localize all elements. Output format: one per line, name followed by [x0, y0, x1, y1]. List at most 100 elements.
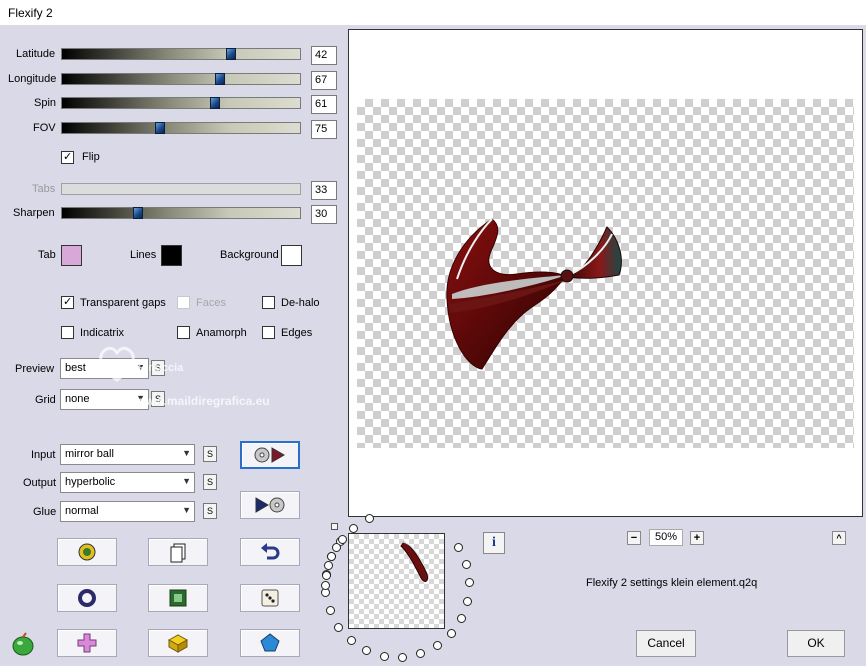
transparent-gaps-checkbox[interactable]: ✓: [61, 296, 74, 309]
navigator-dot[interactable]: [432, 641, 442, 651]
slider-thumb[interactable]: [215, 73, 225, 85]
input-output-swap-icon: [254, 447, 285, 463]
latitude-value[interactable]: 42: [311, 46, 337, 65]
info-icon: i: [492, 535, 496, 550]
navigator-dot[interactable]: [457, 613, 467, 623]
slider-thumb[interactable]: [210, 97, 220, 109]
de-halo-checkbox[interactable]: [262, 296, 275, 309]
edges-checkbox[interactable]: [262, 326, 275, 339]
flexify-logo-icon: [12, 632, 34, 656]
slider-thumb[interactable]: [155, 122, 165, 134]
slider-thumb[interactable]: [226, 48, 236, 60]
settings-file-name: Flexify 2 settings klein element.q2q: [586, 577, 758, 589]
zoom-level: 50%: [649, 529, 683, 546]
glue-value: normal: [65, 505, 99, 517]
glue-select[interactable]: normal ▼: [60, 501, 195, 522]
box-button[interactable]: [148, 629, 208, 657]
latitude-label: Latitude: [16, 48, 56, 60]
navigator-dot[interactable]: [325, 606, 335, 616]
output-s-button[interactable]: S: [203, 474, 217, 490]
longitude-value[interactable]: 67: [311, 71, 337, 90]
latitude-slider[interactable]: [61, 48, 301, 60]
spin-value[interactable]: 61: [311, 95, 337, 114]
navigator-dot[interactable]: [321, 581, 330, 590]
sharpen-label: Sharpen: [13, 207, 55, 219]
cancel-button[interactable]: Cancel: [636, 630, 696, 657]
sharpen-value[interactable]: 30: [311, 205, 337, 224]
info-button[interactable]: i: [483, 532, 505, 554]
flip-checkbox[interactable]: ✓: [61, 151, 74, 164]
anamorph-label: Anamorph: [196, 327, 247, 339]
navigator-dot[interactable]: [334, 622, 344, 632]
title-bar: Flexify 2: [0, 0, 866, 26]
input-output-swap-button[interactable]: [240, 441, 300, 469]
tabs-value[interactable]: 33: [311, 181, 337, 200]
background-color-swatch[interactable]: [281, 245, 302, 266]
preview-quality-value: best: [65, 362, 86, 374]
dice-button[interactable]: [240, 584, 300, 612]
fov-label: FOV: [33, 122, 56, 134]
undo-icon: [261, 543, 280, 560]
sharpen-slider[interactable]: [61, 207, 301, 219]
navigator-dot[interactable]: [446, 629, 456, 639]
ring-button[interactable]: [57, 584, 117, 612]
output-label: Output: [23, 477, 57, 489]
ring-icon: [78, 589, 96, 607]
square-button[interactable]: [148, 584, 208, 612]
navigator-dot[interactable]: [463, 596, 473, 606]
output-select[interactable]: hyperbolic ▼: [60, 472, 195, 493]
glue-label: Glue: [33, 506, 57, 518]
navigator-dot[interactable]: [379, 651, 389, 661]
chevron-down-icon: ▼: [182, 448, 191, 458]
faces-checkbox: [177, 296, 190, 309]
output-input-swap-icon: [255, 497, 285, 513]
input-s-button[interactable]: S: [203, 446, 217, 462]
navigator-dot[interactable]: [327, 551, 337, 561]
lines-color-swatch[interactable]: [161, 245, 182, 266]
ok-button[interactable]: OK: [787, 630, 845, 657]
preview-canvas[interactable]: [357, 99, 854, 448]
copy-button[interactable]: [148, 538, 208, 566]
preview-panel[interactable]: [348, 29, 863, 517]
anamorph-checkbox[interactable]: [177, 326, 190, 339]
cross-button[interactable]: [57, 629, 117, 657]
gem-button[interactable]: [240, 629, 300, 657]
de-halo-label: De-halo: [281, 297, 320, 309]
navigator-dot[interactable]: [323, 561, 333, 571]
zoom-out-button[interactable]: −: [627, 531, 641, 545]
fov-slider[interactable]: [61, 122, 301, 134]
watermark-url: www.maildiregrafica.eu: [136, 394, 270, 408]
navigator-thumbnail[interactable]: [348, 533, 445, 629]
glue-s-button[interactable]: S: [203, 503, 217, 519]
collapse-button[interactable]: ^: [832, 531, 846, 545]
navigator-dot[interactable]: [461, 560, 471, 570]
tab-color-swatch[interactable]: [61, 245, 82, 266]
tabs-label: Tabs: [32, 183, 56, 195]
navigator-handle[interactable]: [331, 523, 338, 530]
navigator-dot[interactable]: [346, 636, 356, 646]
grid-value: none: [65, 393, 90, 405]
slider-thumb[interactable]: [133, 207, 143, 219]
thumbnail-shape: [400, 541, 428, 582]
spin-slider[interactable]: [61, 97, 301, 109]
transparent-gaps-label: Transparent gaps: [80, 297, 166, 309]
longitude-slider[interactable]: [61, 73, 301, 85]
output-input-swap-button[interactable]: [240, 491, 300, 519]
undo-button[interactable]: [240, 538, 300, 566]
indicatrix-checkbox[interactable]: [61, 326, 74, 339]
navigator-dot[interactable]: [331, 542, 341, 552]
random-button[interactable]: [57, 538, 117, 566]
fov-value[interactable]: 75: [311, 120, 337, 139]
lines-color-label: Lines: [130, 249, 157, 261]
navigator-dot[interactable]: [398, 652, 408, 662]
navigator-dot[interactable]: [337, 534, 347, 544]
checkmark-icon: ✓: [63, 151, 73, 163]
spin-label: Spin: [34, 97, 57, 109]
page-copy-icon: [170, 543, 186, 563]
navigator-dot[interactable]: [321, 570, 331, 580]
input-select[interactable]: mirror ball ▼: [60, 444, 195, 465]
grid-label: Grid: [35, 394, 56, 406]
blue-gem-icon: [260, 633, 280, 652]
heart-logo-icon: [99, 346, 135, 382]
zoom-in-button[interactable]: +: [690, 531, 704, 545]
